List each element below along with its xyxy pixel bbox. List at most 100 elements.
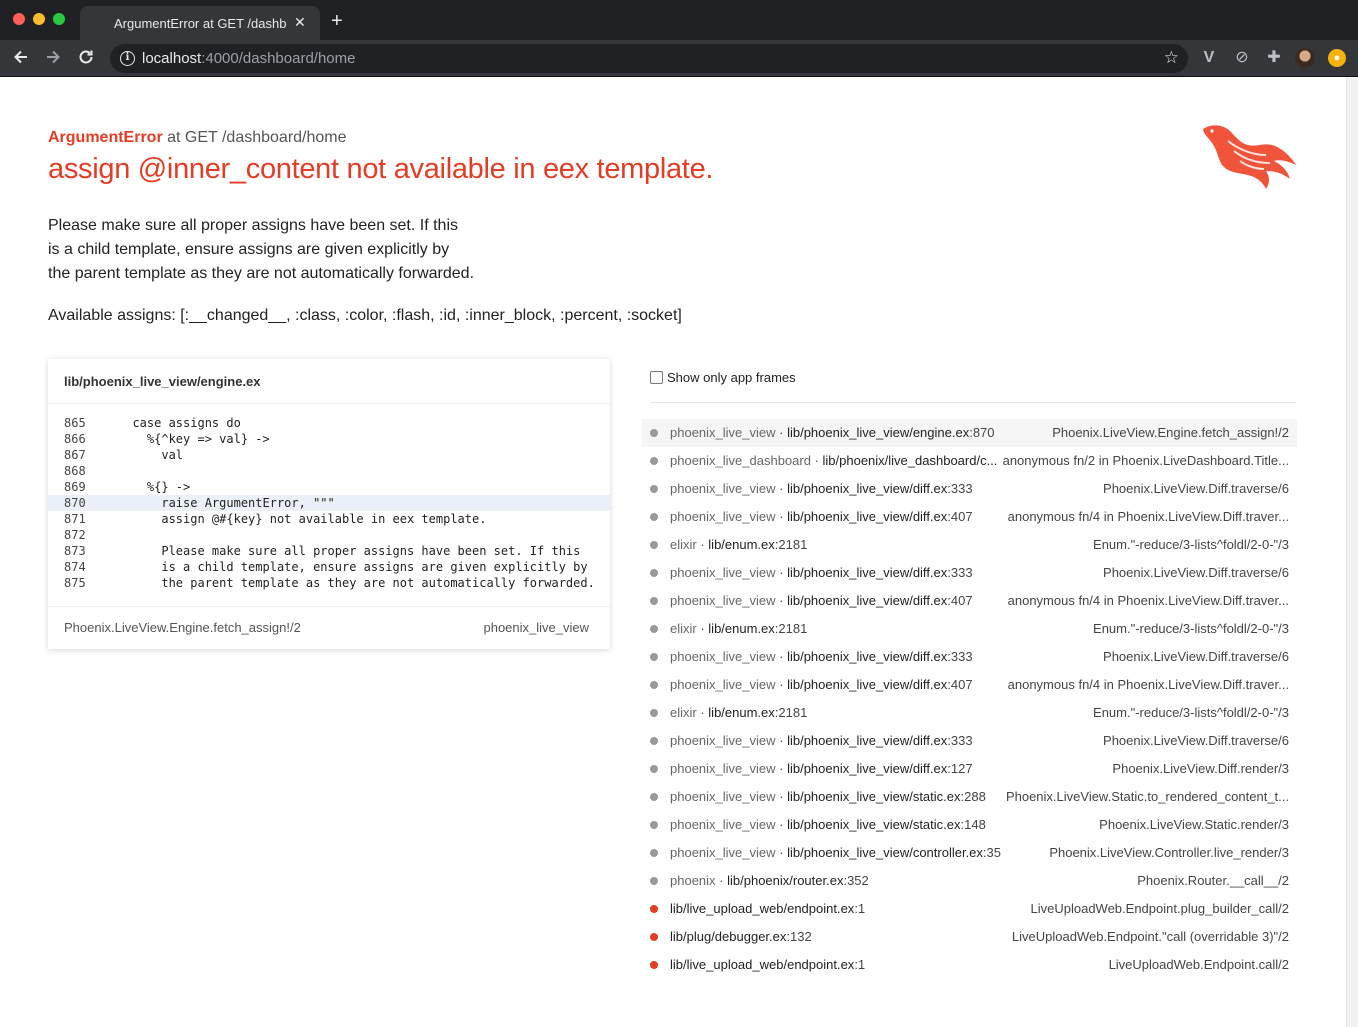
stack-frame[interactable]: elixir · lib/enum.ex:2181 Enum."-reduce/3… <box>642 615 1297 643</box>
frame-file: lib/phoenix_live_view/diff.ex <box>787 481 948 496</box>
frame-line: :333 <box>947 565 973 580</box>
frame-location: phoenix_live_view · lib/phoenix_live_vie… <box>670 509 973 524</box>
frame-app: phoenix_live_view <box>670 789 776 804</box>
frame-dot-icon <box>650 625 658 633</box>
error-message: assign @inner_content not available in e… <box>48 153 714 185</box>
frame-file: lib/phoenix_live_view/diff.ex <box>787 733 948 748</box>
frame-file: lib/phoenix/live_dashboard/c... <box>822 453 998 468</box>
new-tab-button[interactable]: + <box>331 11 343 31</box>
stack-frame[interactable]: phoenix_live_view · lib/phoenix_live_vie… <box>642 671 1297 699</box>
frame-app: phoenix_live_view <box>670 593 776 608</box>
code-line: 870 raise ArgumentError, """ <box>48 495 610 511</box>
stack-frame[interactable]: phoenix_live_view · lib/phoenix_live_vie… <box>642 755 1297 783</box>
frame-line: :148 <box>960 817 986 832</box>
frame-app: phoenix_live_view <box>670 845 776 860</box>
frame-line: :288 <box>960 789 986 804</box>
frame-function: Enum."-reduce/3-lists^foldl/2-0-"/3 <box>1093 621 1289 636</box>
frame-function: Phoenix.LiveView.Static.to_rendered_cont… <box>1005 789 1289 804</box>
frame-file: lib/enum.ex <box>708 705 775 720</box>
frame-location: phoenix · lib/phoenix/router.ex:352 <box>670 873 869 888</box>
frame-file: lib/phoenix_live_view/static.ex <box>787 817 961 832</box>
frame-location: phoenix_live_view · lib/phoenix_live_vie… <box>670 565 973 580</box>
frame-line: :870 <box>969 425 995 440</box>
maximize-window-button[interactable] <box>53 13 65 25</box>
url-text[interactable]: localhost:4000/dashboard/home <box>142 50 356 67</box>
frame-location: phoenix_live_view · lib/phoenix_live_vie… <box>670 733 973 748</box>
code-card-app: phoenix_live_view <box>483 620 589 635</box>
frame-function: anonymous fn/4 in Phoenix.LiveView.Diff.… <box>1007 593 1289 608</box>
frame-app: elixir <box>670 621 697 636</box>
app-frames-checkbox[interactable] <box>650 371 663 384</box>
info-icon[interactable]: i <box>120 51 135 66</box>
frame-location: lib/live_upload_web/endpoint.ex:1 <box>670 901 865 916</box>
browser-tab[interactable]: ArgumentError at GET /dashboard/home ✕ <box>80 6 320 40</box>
extensions-puzzle-icon[interactable]: ✚ <box>1265 49 1283 67</box>
arrow-left-icon <box>14 50 27 64</box>
frame-location: phoenix_live_view · lib/phoenix_live_vie… <box>670 593 973 608</box>
frame-line: :1 <box>854 957 866 972</box>
page-scrollbar[interactable] <box>1346 77 1358 1027</box>
close-window-button[interactable] <box>13 13 25 25</box>
frame-app: phoenix_live_view <box>670 565 776 580</box>
stack-frame[interactable]: phoenix_live_view · lib/phoenix_live_vie… <box>642 503 1297 531</box>
back-button[interactable] <box>11 48 31 68</box>
stack-frame[interactable]: phoenix_live_view · lib/phoenix_live_vie… <box>642 475 1297 503</box>
extension-coin-icon[interactable]: ● <box>1328 49 1346 67</box>
frame-app: phoenix_live_dashboard <box>670 453 811 468</box>
stack-frame[interactable]: phoenix_live_dashboard · lib/phoenix/liv… <box>642 447 1297 475</box>
frame-function: Phoenix.LiveView.Diff.traverse/6 <box>1103 733 1289 748</box>
code-line: 868 <box>48 463 610 479</box>
frame-app: phoenix_live_view <box>670 817 776 832</box>
frame-file: lib/phoenix_live_view/engine.ex <box>787 425 970 440</box>
profile-avatar[interactable] <box>1295 48 1315 68</box>
frame-location: phoenix_live_dashboard · lib/phoenix/liv… <box>670 453 998 468</box>
star-icon[interactable]: ☆ <box>1164 48 1179 68</box>
minimize-window-button[interactable] <box>33 13 45 25</box>
stack-frame[interactable]: phoenix_live_view · lib/phoenix_live_vie… <box>642 811 1297 839</box>
code-line: 873 Please make sure all proper assigns … <box>48 543 610 559</box>
frames-divider <box>650 402 1296 403</box>
app-frames-toggle[interactable]: Show only app frames <box>650 370 796 385</box>
stack-frame[interactable]: elixir · lib/enum.ex:2181 Enum."-reduce/3… <box>642 699 1297 727</box>
stack-frame[interactable]: phoenix_live_view · lib/phoenix_live_vie… <box>642 643 1297 671</box>
url-path: :4000/dashboard/home <box>201 50 356 67</box>
available-assigns: Available assigns: [:__changed__, :class… <box>48 307 682 324</box>
stack-frame[interactable]: elixir · lib/enum.ex:2181 Enum."-reduce/3… <box>642 531 1297 559</box>
frame-function: Enum."-reduce/3-lists^foldl/2-0-"/3 <box>1093 705 1289 720</box>
stack-frame[interactable]: phoenix_live_view · lib/phoenix_live_vie… <box>642 839 1297 867</box>
frame-dot-icon <box>650 653 658 661</box>
code-card-header: lib/phoenix_live_view/engine.ex <box>48 359 610 404</box>
line-number: 866 <box>64 432 86 446</box>
frame-dot-icon <box>650 877 658 885</box>
stack-frame[interactable]: phoenix_live_view · lib/phoenix_live_vie… <box>642 419 1297 447</box>
tab-close-icon[interactable]: ✕ <box>294 14 306 31</box>
frame-function: Phoenix.LiveView.Controller.live_render/… <box>1049 845 1289 860</box>
frame-dot-icon <box>650 933 658 941</box>
frame-dot-icon <box>650 513 658 521</box>
stack-frame[interactable]: lib/live_upload_web/endpoint.ex:1 LiveUpl… <box>642 951 1297 979</box>
browser-titlebar: ArgumentError at GET /dashboard/home ✕ + <box>0 0 1358 40</box>
extension-shield-icon[interactable]: ⊘ <box>1233 49 1251 67</box>
frame-location: lib/plug/debugger.ex:132 <box>670 929 812 944</box>
line-code: %{} -> <box>118 480 191 494</box>
url-host: localhost <box>142 50 202 67</box>
stack-frame[interactable]: phoenix_live_view · lib/phoenix_live_vie… <box>642 559 1297 587</box>
error-page: ArgumentError at GET /dashboard/home ass… <box>0 77 1346 1027</box>
frame-dot-icon <box>650 849 658 857</box>
frame-function: Phoenix.LiveView.Diff.traverse/6 <box>1103 649 1289 664</box>
address-bar[interactable]: i localhost:4000/dashboard/home ☆ <box>110 44 1188 73</box>
description-line: the parent template as they are not auto… <box>48 265 475 282</box>
frame-function: anonymous fn/4 in Phoenix.LiveView.Diff.… <box>1007 677 1289 692</box>
stack-frame[interactable]: phoenix_live_view · lib/phoenix_live_vie… <box>642 587 1297 615</box>
vue-devtools-icon[interactable]: V <box>1200 49 1218 67</box>
stack-frame[interactable]: phoenix_live_view · lib/phoenix_live_vie… <box>642 727 1297 755</box>
stack-frame[interactable]: lib/plug/debugger.ex:132 LiveUploadWeb.En… <box>642 923 1297 951</box>
frame-line: :2181 <box>774 705 808 720</box>
frame-location: lib/live_upload_web/endpoint.ex:1 <box>670 957 865 972</box>
stack-frame[interactable]: phoenix_live_view · lib/phoenix_live_vie… <box>642 783 1297 811</box>
reload-button[interactable] <box>76 48 96 68</box>
stack-frame[interactable]: lib/live_upload_web/endpoint.ex:1 LiveUpl… <box>642 895 1297 923</box>
forward-button[interactable] <box>43 48 63 68</box>
stack-frame[interactable]: phoenix · lib/phoenix/router.ex:352 Phoen… <box>642 867 1297 895</box>
frame-line: :333 <box>947 481 973 496</box>
